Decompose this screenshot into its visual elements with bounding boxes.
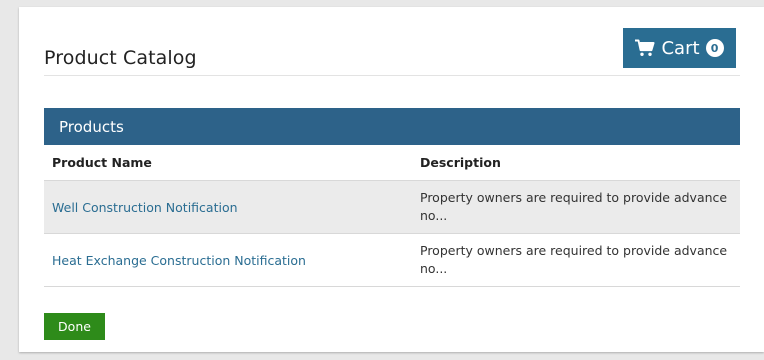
cart-label: Cart — [661, 37, 700, 59]
table-row: Well Construction Notification Property … — [44, 181, 740, 234]
products-table: Products Product Name Description Well C… — [44, 108, 740, 287]
done-button[interactable]: Done — [44, 313, 105, 340]
product-catalog-panel: Product Catalog Cart 0 Products Product … — [19, 7, 764, 352]
cart-count-badge: 0 — [705, 39, 724, 57]
column-header-product-name: Product Name — [52, 155, 152, 170]
product-description: Property owners are required to provide … — [420, 190, 728, 223]
table-row: Heat Exchange Construction Notification … — [44, 234, 740, 287]
title-divider — [44, 75, 740, 76]
product-link-heat-exchange-construction[interactable]: Heat Exchange Construction Notification — [52, 253, 306, 268]
table-header-row: Product Name Description — [44, 145, 740, 181]
products-section-header: Products — [44, 108, 740, 145]
product-link-well-construction[interactable]: Well Construction Notification — [52, 200, 238, 215]
column-header-description: Description — [420, 155, 501, 170]
product-description: Property owners are required to provide … — [420, 243, 728, 276]
page-title: Product Catalog — [44, 47, 197, 69]
cart-button[interactable]: Cart 0 — [623, 28, 736, 68]
shopping-cart-icon — [635, 39, 656, 56]
